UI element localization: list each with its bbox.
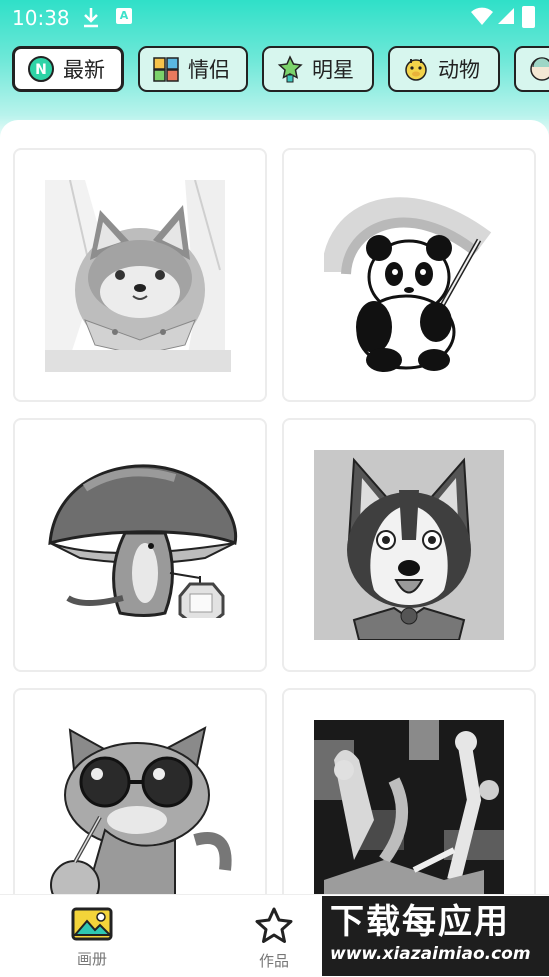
gallery-tile-husky-dog[interactable] — [282, 418, 536, 672]
gallery — [0, 120, 549, 896]
watermark: 下载每应用 www.xiazaimiao.com — [322, 896, 549, 976]
album-icon — [71, 907, 113, 941]
gallery-tile-mushroom-otter-lantern[interactable] — [13, 418, 267, 672]
couple-icon — [153, 57, 179, 82]
tab-couple[interactable]: 情侣 — [138, 46, 248, 92]
tab-animals[interactable]: 动物 — [388, 46, 500, 92]
battery-icon — [522, 6, 535, 28]
gallery-tile-shiba-dog[interactable] — [13, 148, 267, 402]
star-figure-icon — [277, 55, 303, 83]
giraffe-icon — [405, 59, 427, 81]
watermark-url: www.xiazaimiao.com — [330, 944, 531, 964]
tab-label: 情侣 — [188, 58, 230, 82]
new-badge-icon: N — [28, 56, 54, 82]
face-icon — [530, 57, 549, 81]
category-tabs: N 最新 情侣 明星 动物 — [0, 46, 549, 96]
panda-rainbow-image — [324, 197, 492, 372]
nav-album[interactable]: 画册 — [52, 907, 132, 969]
status-bar: 10:38 A — [0, 0, 549, 36]
tab-label: 明星 — [312, 58, 354, 82]
nav-album-label: 画册 — [76, 950, 107, 968]
abstract-dancers-image — [314, 720, 504, 896]
mushroom-otter-image — [48, 464, 238, 618]
cat-sunglasses-image — [50, 726, 232, 896]
nav-works-label: 作品 — [258, 952, 289, 970]
download-icon — [84, 8, 98, 28]
tab-celebrity[interactable]: 明星 — [262, 46, 374, 92]
tab-label: 最新 — [63, 58, 105, 82]
tab-latest[interactable]: N 最新 — [12, 46, 124, 92]
signal-icon — [498, 8, 514, 24]
svg-text:N: N — [35, 62, 47, 78]
notification-icon: A — [116, 8, 132, 24]
watermark-title: 下载每应用 — [330, 902, 510, 942]
gallery-tile-panda-rainbow[interactable] — [282, 148, 536, 402]
tab-label: 动物 — [438, 58, 480, 82]
wifi-icon — [471, 7, 493, 25]
husky-dog-image — [314, 450, 504, 640]
star-icon — [255, 907, 293, 943]
status-time: 10:38 — [12, 6, 70, 30]
nav-works[interactable]: 作品 — [234, 907, 314, 971]
tab-more[interactable] — [514, 46, 549, 92]
shiba-dog-image — [45, 180, 231, 372]
gallery-tile-abstract-dancers[interactable] — [282, 688, 536, 896]
gallery-tile-cat-sunglasses-coconut[interactable] — [13, 688, 267, 896]
